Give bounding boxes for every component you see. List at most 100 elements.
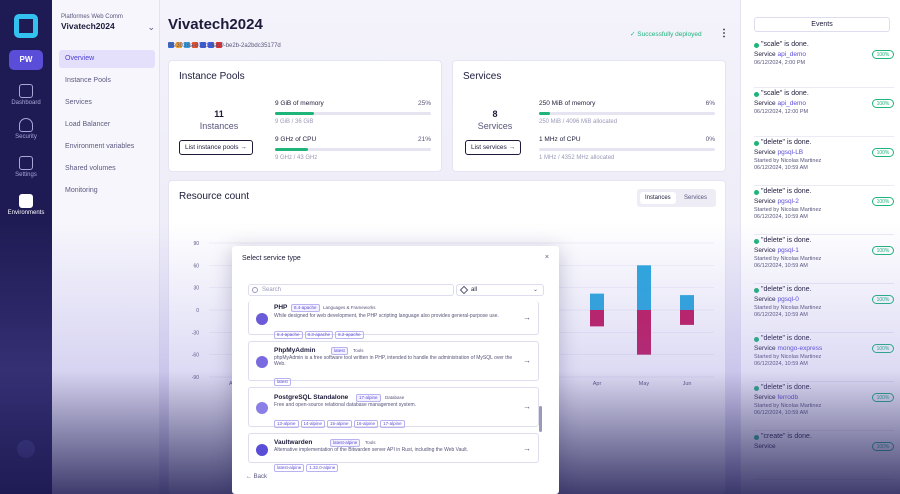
nav-overview[interactable]: Overview: [59, 50, 155, 68]
event-item[interactable]: "scale" is done. Service api_demo 06/12/20…: [754, 40, 894, 88]
event-service-link[interactable]: ferrodb: [777, 394, 798, 401]
chart-bar[interactable]: [637, 310, 651, 355]
services-title: Services: [463, 71, 502, 82]
event-progress-badge: 100%: [872, 99, 894, 108]
org-switcher[interactable]: Platformes Web Comm Vivatech2024 ⌄: [61, 14, 155, 32]
event-title: "delete" is done.: [761, 188, 812, 195]
chart-bar[interactable]: [590, 293, 604, 310]
back-button[interactable]: ← Back: [246, 474, 267, 480]
chart-bar[interactable]: [680, 310, 694, 325]
success-dot-icon: [754, 239, 759, 244]
success-dot-icon: [754, 337, 759, 342]
event-item[interactable]: "scale" is done. Service api_demo 06/12/20…: [754, 89, 894, 137]
close-icon[interactable]: ×: [545, 254, 549, 261]
list-instance-pools-button[interactable]: List instance pools →: [179, 140, 253, 155]
rail-dashboard[interactable]: Dashboard: [0, 84, 52, 106]
deploy-status: ✓ Successfully deployed: [630, 31, 702, 38]
workspace-badge[interactable]: PW: [9, 50, 43, 70]
service-option-vaultwarden[interactable]: Vaultwarden latest-alpine Tools Alternat…: [248, 433, 539, 472]
x-tick-label: May: [639, 381, 650, 387]
secondary-nav: Platformes Web Comm Vivatech2024 ⌄ Overv…: [52, 0, 160, 494]
service-desc: Alternative implementation of the Bitwar…: [274, 447, 469, 453]
chart-bar[interactable]: [680, 295, 694, 310]
rail-security[interactable]: Security: [0, 118, 52, 140]
event-progress-badge: 100%: [872, 246, 894, 255]
event-item[interactable]: "delete" is done. Service pgsql-2 Started …: [754, 187, 894, 235]
events-heading: Events: [754, 17, 890, 32]
event-service-link[interactable]: pgsql-LB: [777, 149, 803, 156]
app-root: PW Dashboard Security Settings Environme…: [0, 0, 900, 494]
service-tags: 8.4-apache 8.3-apache 8.2-apache: [274, 323, 366, 341]
event-date: 06/12/2024, 10:59 AM: [754, 410, 808, 416]
event-service-link[interactable]: pgsql-1: [777, 247, 798, 254]
event-title: "scale" is done.: [761, 90, 809, 97]
event-started-by: Started by Nicolas Martinez: [754, 256, 822, 262]
logo-icon[interactable]: [14, 14, 38, 38]
service-option-php[interactable]: PHP 8.4-apache Languages & Frameworks Wh…: [248, 301, 539, 339]
instance-pools-title: Instance Pools: [179, 71, 245, 82]
rail-settings[interactable]: Settings: [0, 156, 52, 178]
search-input[interactable]: Search: [248, 284, 454, 296]
nav-environment-variables[interactable]: Environment variables: [59, 138, 155, 156]
chart-bar[interactable]: [637, 265, 651, 310]
event-title: "scale" is done.: [761, 41, 809, 48]
y-tick-label: -90: [192, 375, 199, 381]
service-option-postgresql[interactable]: PostgreSQL Standalone 17-alpine Database…: [248, 387, 539, 428]
nav-services[interactable]: Services: [59, 94, 155, 112]
event-service-link[interactable]: api_demo: [777, 51, 806, 58]
arrow-right-icon: →: [523, 313, 531, 322]
event-progress-badge: 100%: [872, 197, 894, 206]
event-item[interactable]: "delete" is done. Service mongo-express St…: [754, 334, 894, 382]
service-tag: latest: [274, 378, 291, 386]
nav-shared-volumes[interactable]: Shared volumes: [59, 160, 155, 178]
svc-memory-bar: [539, 112, 715, 115]
user-avatar[interactable]: [17, 440, 35, 458]
service-option-phpmyadmin[interactable]: PhpMyAdmin latest Tools phpMyAdmin is a …: [248, 341, 539, 386]
event-title: "delete" is done.: [761, 237, 812, 244]
services-label: Services: [477, 121, 513, 131]
ip-memory-label: 9 GiB of memory: [275, 100, 324, 107]
instances-label: Instances: [199, 121, 239, 131]
event-item[interactable]: "delete" is done. Service pgsql-0 Started …: [754, 285, 894, 333]
event-service: Service: [754, 443, 776, 450]
chart-bar[interactable]: [590, 310, 604, 327]
list-services-button[interactable]: List services →: [465, 140, 522, 155]
more-menu-icon[interactable]: ⋮: [719, 28, 729, 39]
category-filter[interactable]: all ⌄: [456, 284, 544, 296]
success-dot-icon: [754, 288, 759, 293]
service-tag: 13-alpine: [274, 420, 299, 428]
vaultwarden-icon: [256, 444, 268, 456]
event-started-by: Started by Nicolas Martinez: [754, 305, 822, 311]
chevron-down-icon: ⌄: [532, 287, 538, 293]
event-service: Service pgsql-2: [754, 198, 799, 205]
dashboard-icon: [19, 84, 33, 98]
event-item[interactable]: "create" is done. Service 100%: [754, 432, 894, 480]
event-service: Service pgsql-LB: [754, 149, 803, 156]
event-service-link[interactable]: pgsql-0: [777, 296, 798, 303]
event-progress-badge: 100%: [872, 442, 894, 451]
event-service-prefix: Service: [754, 394, 778, 401]
success-dot-icon: [754, 435, 759, 440]
chevron-down-icon: ⌄: [147, 22, 155, 32]
event-service-link[interactable]: api_demo: [777, 100, 806, 107]
service-category: Languages & Frameworks: [323, 305, 376, 310]
event-service-prefix: Service: [754, 296, 778, 303]
nav-instance-pools[interactable]: Instance Pools: [59, 72, 155, 90]
ip-cpu-bar: [275, 148, 431, 151]
ip-cpu-pct: 21%: [417, 136, 431, 143]
rail-environments[interactable]: Environments: [0, 194, 52, 216]
x-tick-label: Jun: [683, 381, 692, 387]
event-title: "delete" is done.: [761, 335, 812, 342]
event-service-link[interactable]: pgsql-2: [777, 198, 798, 205]
nav-load-balancer[interactable]: Load Balancer: [59, 116, 155, 134]
event-service-link[interactable]: mongo-express: [777, 345, 822, 352]
event-item[interactable]: "delete" is done. Service pgsql-LB Started…: [754, 138, 894, 186]
event-item[interactable]: "delete" is done. Service pgsql-1 Started …: [754, 236, 894, 284]
y-tick-label: -60: [192, 353, 199, 359]
nav-monitoring[interactable]: Monitoring: [59, 182, 155, 200]
service-category: Database: [385, 395, 405, 400]
modal-scrollbar[interactable]: [539, 406, 542, 432]
event-item[interactable]: "delete" is done. Service ferrodb Started …: [754, 383, 894, 431]
environment-id: 9fe3038a-801d-4ab9-be2b-2a2bdc35177d: [168, 43, 281, 49]
rail-security-label: Security: [15, 134, 37, 140]
